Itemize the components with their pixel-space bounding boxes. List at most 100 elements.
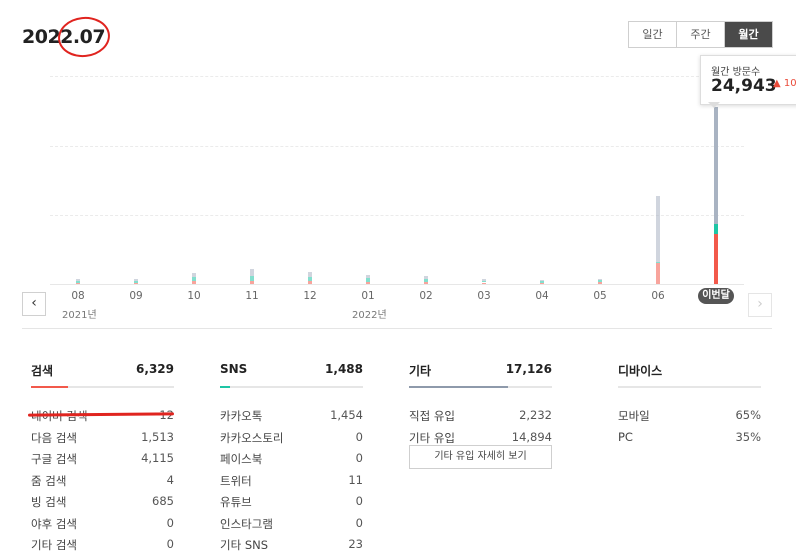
list-item-label: 줌 검색 <box>31 473 67 488</box>
list-item-value: 685 <box>152 494 174 508</box>
chart-bar-segment[interactable] <box>134 282 138 284</box>
x-tick-label: 04 <box>535 290 549 302</box>
chart-bar-segment[interactable] <box>366 281 370 284</box>
x-tick-label: 11 <box>245 290 259 302</box>
stats-search-header: 검색 6,329 <box>31 352 174 388</box>
chart-bar-segment[interactable] <box>192 272 196 278</box>
chart-bar-segment[interactable] <box>134 281 138 283</box>
visits-chart: ‹ › 08 09 10 11 12 01 02 03 04 05 06 이번달 2021년 2022년 <box>22 60 772 321</box>
chart-bar-segment[interactable] <box>192 277 196 282</box>
chevron-left-icon: ‹ <box>31 295 37 311</box>
period-toggle: 일간 주간 월간 <box>628 21 773 48</box>
x-tick-label: 02 <box>419 290 433 302</box>
stats-other: 기타 17,126 직접 유입 2,232 기타 유입 14,894 기타 유입 자세… <box>409 352 552 469</box>
chart-bar-segment[interactable] <box>366 274 370 279</box>
list-item: 모바일 65% <box>618 404 761 426</box>
chart-bar-segment[interactable] <box>714 107 718 224</box>
list-item: 페이스북 0 <box>220 447 363 469</box>
list-item-value: 0 <box>355 451 363 465</box>
x-tick-label: 10 <box>187 290 201 302</box>
list-item-label: 직접 유입 <box>409 409 455 423</box>
tab-weekly[interactable]: 주간 <box>677 22 725 47</box>
chart-bar-segment[interactable] <box>540 279 544 281</box>
list-item-label: 기타 SNS <box>220 538 269 552</box>
list-item-value: 4,115 <box>141 451 174 465</box>
list-item: 트위터 11 <box>220 469 363 491</box>
chart-bar-segment[interactable] <box>366 278 370 282</box>
stats-sns-title: SNS <box>220 362 248 376</box>
chart-bar-segment[interactable] <box>482 278 486 281</box>
chart-bar-segment[interactable] <box>482 280 486 283</box>
list-item-value: 11 <box>348 472 363 487</box>
chart-bar-segment[interactable] <box>308 281 312 284</box>
list-item-label: 인스타그램 <box>220 516 273 531</box>
stats-other-total: 17,126 <box>505 362 552 376</box>
list-item-value: 65% <box>735 408 761 422</box>
list-item: 카카오스토리 0 <box>220 426 363 448</box>
chart-bar-segment[interactable] <box>250 275 254 281</box>
chart-next-button[interactable]: › <box>748 293 772 317</box>
stats-device-title: 디바이스 <box>618 364 663 378</box>
list-item-value: 4 <box>166 472 174 487</box>
tab-monthly[interactable]: 월간 <box>725 22 772 47</box>
chart-bar-segment[interactable] <box>76 281 80 283</box>
tooltip: 월간 방문수 24,943 ▲ 10, <box>700 55 796 105</box>
stats-other-list: 직접 유입 2,232 기타 유입 14,894 <box>409 388 552 447</box>
list-item-value: 23 <box>348 537 363 551</box>
x-tick-label: 03 <box>477 290 491 302</box>
x-tick-label: 이번달 <box>698 288 734 304</box>
stats-device-header: 디바이스 <box>618 352 761 388</box>
chart-bar-segment[interactable] <box>76 279 80 281</box>
chart-bar-segment[interactable] <box>192 281 196 284</box>
gridline <box>50 215 744 216</box>
chart-bar-segment[interactable] <box>424 275 428 279</box>
chart-bar-segment[interactable] <box>598 280 602 282</box>
tab-daily[interactable]: 일간 <box>629 22 677 47</box>
chart-bar-segment[interactable] <box>714 223 718 235</box>
list-item-value: 0 <box>166 515 174 530</box>
x-tick-label: 09 <box>129 290 143 302</box>
list-item-value: 2,232 <box>519 408 552 422</box>
chart-bar-segment[interactable] <box>250 280 254 284</box>
chart-bar-segment[interactable] <box>250 269 254 276</box>
chart-bar-segment[interactable] <box>424 281 428 284</box>
red-circle-annotation <box>56 14 112 60</box>
chart-bar-segment[interactable] <box>656 261 660 264</box>
chart-bar-segment[interactable] <box>598 278 602 281</box>
stats-other-title: 기타 <box>409 364 432 378</box>
list-item-label: 트위터 <box>220 473 252 488</box>
chart-bar-segment[interactable] <box>598 281 602 284</box>
stats-sns: SNS 1,488 카카오톡 1,454 카카오스토리 0 페이스북 0 트위터 11 유튜브 0… <box>220 352 363 555</box>
list-item-label: 다음 검색 <box>31 430 77 445</box>
chevron-right-icon: › <box>757 296 763 312</box>
chart-bar-segment[interactable] <box>656 195 660 262</box>
chart-bar-segment[interactable] <box>540 282 544 284</box>
chart-prev-button[interactable]: ‹ <box>22 292 46 316</box>
list-item: 직접 유입 2,232 <box>409 404 552 426</box>
chart-bar-segment[interactable] <box>308 277 312 282</box>
list-item-value: 14,894 <box>511 429 552 444</box>
stats-sns-ratio-bar <box>220 386 230 388</box>
chart-bar-segment[interactable] <box>424 279 428 282</box>
list-item: 기타 SNS 23 <box>220 533 363 555</box>
x-tick-label: 05 <box>593 290 607 302</box>
list-item-value: 0 <box>166 537 174 551</box>
list-item-label: 야후 검색 <box>31 516 77 531</box>
chart-bar-segment[interactable] <box>134 279 138 281</box>
list-item-value: 35% <box>735 429 761 444</box>
chart-bar-segment[interactable] <box>308 272 312 278</box>
other-inflow-detail-button[interactable]: 기타 유입 자세히 보기 <box>409 445 552 469</box>
chart-bar-segment[interactable] <box>714 234 718 284</box>
list-item-label: 모바일 <box>618 409 650 423</box>
list-item-value: 1,513 <box>141 429 174 444</box>
chart-bar-segment[interactable] <box>540 281 544 283</box>
list-item: 기타 유입 14,894 <box>409 426 552 448</box>
list-item-label: PC <box>618 429 633 444</box>
stats-search-total: 6,329 <box>136 362 174 376</box>
chart-bar-segment[interactable] <box>482 282 486 284</box>
list-item: 다음 검색 1,513 <box>31 426 174 448</box>
chart-bar-segment[interactable] <box>656 263 660 284</box>
list-item: 유튜브 0 <box>220 490 363 512</box>
year-label: 2021년 <box>62 310 97 321</box>
chart-bar-segment[interactable] <box>76 282 80 284</box>
